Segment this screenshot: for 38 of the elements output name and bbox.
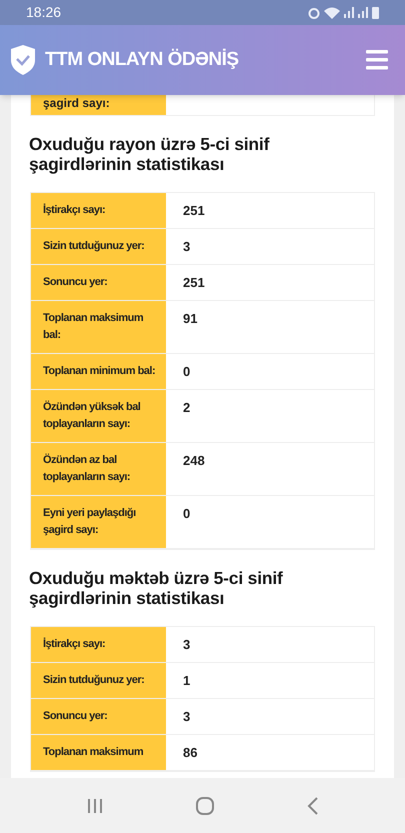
label-cell: İştirakçı sayı: [31, 627, 166, 662]
value-cell-text: 86 [182, 744, 198, 762]
value-cell-text: 3 [182, 636, 192, 654]
value-cell-text: 3 [182, 708, 192, 726]
value-cell-text: 0 [182, 363, 192, 381]
status-time: 18:26 [26, 3, 62, 22]
label-cell: Sizin tutduğunuz yer: [31, 229, 166, 264]
label-cell: İştirakçı sayı: [31, 193, 166, 228]
value-cell-text: 2 [182, 399, 192, 417]
label-cell: Toplanan maksimum [31, 735, 166, 770]
label-cell: Sonuncu yer: [31, 265, 166, 300]
label-cell: Sizin tutduğunuz yer: [31, 663, 166, 698]
label-cell: şagird sayı: [31, 95, 166, 115]
signal-icon [344, 7, 354, 18]
value-cell-text: 248 [182, 452, 206, 470]
recent-apps-icon[interactable] [86, 798, 102, 814]
app-title: TTM ONLAYN ÖDƏNİŞ [45, 48, 239, 72]
section-heading: Oxuduğu rayon üzrə 5-ci sinif şagirdlərinin statistikası [29, 134, 270, 174]
battery-icon [372, 6, 379, 18]
section-heading: Oxuduğu məktəb üzrə 5-ci sinif şagirdlərinin statistikası [29, 568, 284, 608]
label-cell: Eyni yeri paylaşdığı şagird sayı: [31, 496, 166, 548]
label-cell: Toplanan minimum bal: [31, 354, 166, 389]
value-cell-text: 1 [182, 672, 192, 690]
home-icon[interactable] [196, 796, 214, 814]
label-cell: Özündən az bal toplayanların sayı: [31, 443, 166, 495]
value-cell-text: 91 [182, 310, 198, 328]
shield-check-icon [11, 45, 35, 75]
label-cell: Sonuncu yer: [31, 699, 166, 734]
value-cell-text: 3 [182, 238, 192, 256]
value-cell-text: 251 [182, 202, 206, 220]
menu-icon[interactable] [366, 50, 388, 70]
signal-icon [358, 7, 368, 18]
back-icon[interactable] [306, 796, 318, 814]
label-cell: Toplanan maksimum bal: [31, 301, 166, 353]
value-cell-text: 251 [182, 274, 206, 292]
label-cell: Özündən yüksək bal toplayanların sayı: [31, 390, 166, 442]
value-cell-text: 0 [182, 505, 192, 523]
wifi-icon [324, 6, 340, 19]
